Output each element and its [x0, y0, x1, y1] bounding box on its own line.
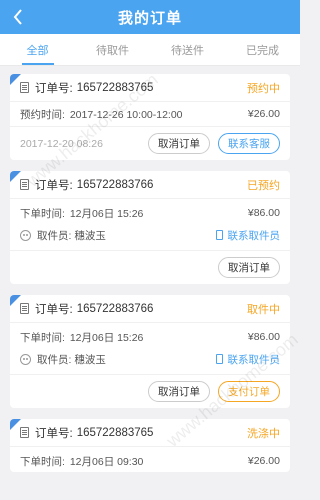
status-badge: 取件中	[247, 303, 280, 316]
tab-pending-pickup[interactable]: 待取件	[75, 34, 150, 65]
time-label: 下单时间:	[20, 207, 65, 220]
time-label: 下单时间:	[20, 331, 65, 344]
pay-order-button[interactable]: 支付订单	[218, 381, 280, 402]
status-badge: 洗涤中	[247, 427, 280, 440]
order-number: 165722883766	[76, 302, 154, 315]
cancel-order-button[interactable]: 取消订单	[218, 257, 280, 278]
order-price: ¥26.00	[247, 455, 280, 467]
time-label: 预约时间:	[20, 108, 65, 121]
courier-label: 取件员:	[37, 229, 72, 242]
contact-support-button[interactable]: 联系客服	[218, 133, 280, 154]
tab-all[interactable]: 全部	[0, 34, 75, 65]
status-badge: 预约中	[247, 82, 280, 95]
courier-icon	[20, 229, 31, 241]
phone-icon	[215, 354, 223, 364]
order-list: 订单号: 165722883765 预约中 预约时间: 2017-12-26 1…	[0, 66, 300, 472]
order-number: 165722883765	[76, 426, 154, 439]
created-date: 2017-12-20 08:26	[20, 137, 103, 150]
order-number-label: 订单号:	[35, 427, 73, 440]
courier-name: 穗波玉	[74, 229, 106, 242]
app-header: 我的订单	[0, 0, 300, 34]
document-icon	[20, 179, 29, 190]
order-price: ¥86.00	[247, 331, 280, 343]
courier-icon	[20, 353, 31, 365]
order-number-label: 订单号:	[35, 179, 73, 192]
contact-courier-link[interactable]: 联系取件员	[215, 352, 281, 367]
cancel-order-button[interactable]: 取消订单	[148, 133, 210, 154]
tab-completed[interactable]: 已完成	[225, 34, 300, 65]
document-icon	[20, 82, 29, 93]
courier-name: 穗波玉	[74, 353, 106, 366]
contact-courier-label: 联系取件员	[227, 353, 281, 366]
document-icon	[20, 303, 29, 314]
time-value: 2017-12-26 10:00-12:00	[69, 108, 183, 121]
order-card[interactable]: 订单号: 165722883766 已预约 下单时间: 12月06日 15:26…	[10, 171, 290, 284]
back-button[interactable]	[8, 7, 28, 27]
order-number-label: 订单号:	[35, 303, 73, 316]
status-badge: 已预约	[247, 179, 280, 192]
order-card[interactable]: 订单号: 165722883765 预约中 预约时间: 2017-12-26 1…	[10, 74, 290, 160]
order-number-label: 订单号:	[35, 82, 73, 95]
page-title: 我的订单	[117, 9, 182, 27]
tab-pending-delivery[interactable]: 待送件	[150, 34, 225, 65]
time-label: 下单时间:	[20, 455, 65, 468]
order-card[interactable]: 订单号: 165722883765 洗涤中 下单时间: 12月06日 09:30…	[10, 419, 290, 472]
time-value: 12月06日 09:30	[69, 455, 144, 468]
document-icon	[20, 427, 29, 438]
order-price: ¥26.00	[247, 108, 280, 120]
chevron-left-icon	[13, 9, 22, 25]
time-value: 12月06日 15:26	[69, 207, 144, 220]
order-number: 165722883765	[76, 81, 154, 94]
cancel-order-button[interactable]: 取消订单	[148, 381, 210, 402]
contact-courier-link[interactable]: 联系取件员	[215, 228, 281, 243]
order-card[interactable]: 订单号: 165722883766 取件中 下单时间: 12月06日 15:26…	[10, 295, 290, 408]
order-tabs: 全部 待取件 待送件 已完成	[0, 34, 300, 66]
order-number: 165722883766	[76, 178, 154, 191]
courier-label: 取件员:	[37, 353, 72, 366]
contact-courier-label: 联系取件员	[227, 229, 281, 242]
order-price: ¥86.00	[247, 207, 280, 219]
time-value: 12月06日 15:26	[69, 331, 144, 344]
phone-icon	[215, 230, 223, 240]
